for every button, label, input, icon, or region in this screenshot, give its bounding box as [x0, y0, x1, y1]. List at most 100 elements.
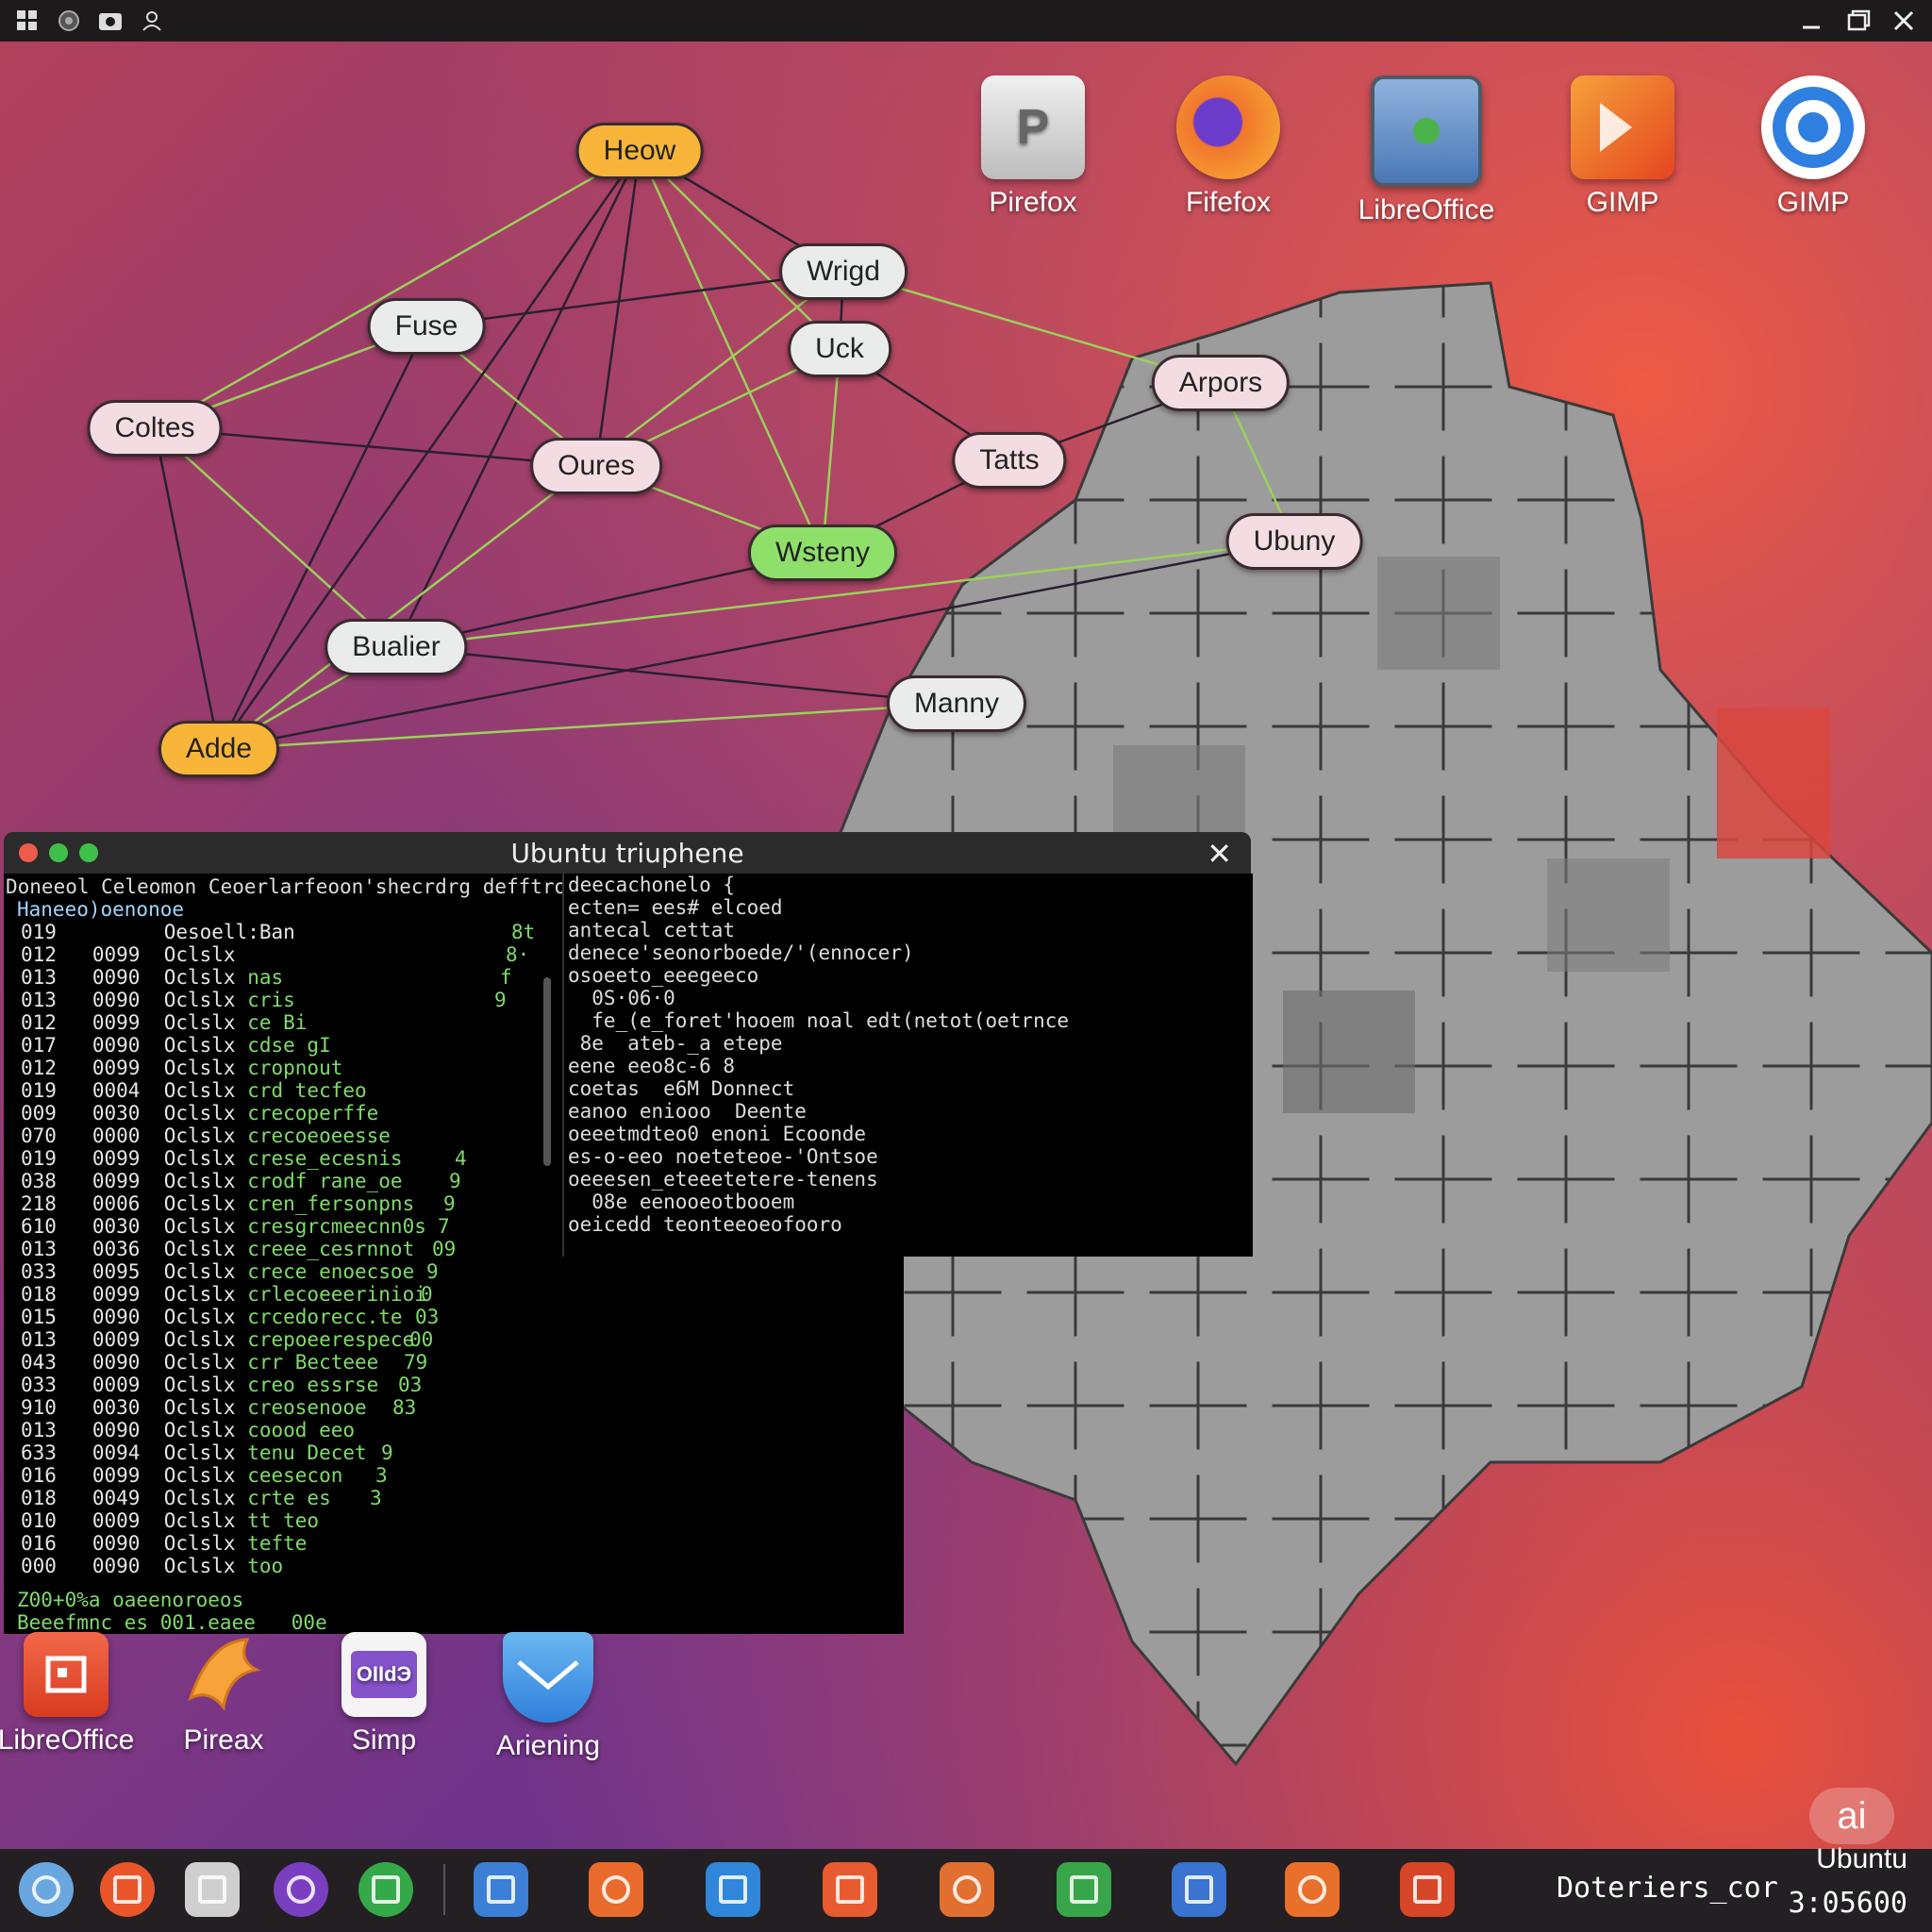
n-icon[interactable]: [1172, 1862, 1226, 1917]
ring-icon[interactable]: [823, 1862, 877, 1917]
desktop-icon-label: Ariening: [495, 1730, 601, 1761]
terminal-row: 016 0099 Oclslx ceesecon 3: [21, 1464, 388, 1487]
terminal-header: Doneeol Celeomon Ceoerlarfeoon'shecrdrg …: [6, 875, 591, 898]
terminal-row: 009 0030 Oclslx crecoperffe: [21, 1102, 379, 1124]
page-icon[interactable]: [1285, 1862, 1340, 1917]
graph-node-oures[interactable]: Oures: [530, 438, 662, 494]
simp-icon-text: OIIdЭ: [351, 1651, 417, 1698]
document-icon[interactable]: [185, 1862, 240, 1917]
terminal-output-line: antecal cettat: [568, 919, 736, 941]
warning-icon[interactable]: [589, 1862, 643, 1917]
mail-icon: [503, 1632, 593, 1723]
terminal-row: 013 0090 Oclslx nas f: [21, 966, 512, 989]
desktop-icon-gimp-2[interactable]: GIMP: [1724, 75, 1903, 219]
graph-node-uck[interactable]: Uck: [788, 321, 891, 377]
terminal-output-line: es-o-eeo noeteteoe-'Ontsoe: [568, 1145, 878, 1168]
circle-app-icon: [1761, 75, 1865, 179]
terminal-row: 017 0090 Oclslx cdse gI: [21, 1034, 331, 1057]
graph-node-ubuntu[interactable]: Ubuny: [1225, 513, 1363, 570]
close-icon[interactable]: [1885, 4, 1923, 38]
terminal-row: 633 0094 Oclslx tenu Decet 9: [21, 1441, 393, 1464]
circle-app-icon[interactable]: [274, 1862, 328, 1917]
close-icon[interactable]: ✕: [1207, 836, 1232, 872]
terminal-output-line: deecachonelo {: [568, 874, 736, 896]
terminal-output: deecachonelo {ecten= ees# elcoed antecal …: [568, 874, 1069, 1236]
power-icon[interactable]: [55, 7, 83, 35]
ubuntu-label: Ubuntu: [1816, 1843, 1907, 1874]
graph-edge: [821, 348, 841, 554]
clock[interactable]: 3:05600: [1789, 1887, 1907, 1920]
terminal-row: 012 0099 Oclslx 8·: [21, 943, 530, 966]
taskbar: Doteriers_cor Ubuntu 3:05600: [0, 1843, 1932, 1932]
terminal-output-line: fe_(e_foret'hooem noal edt(netot(oetrnce: [568, 1009, 1070, 1032]
apps-grid-icon[interactable]: [13, 7, 42, 35]
desktop-icon-label: GIMP: [1586, 187, 1659, 218]
minimize-icon[interactable]: [1792, 4, 1830, 38]
user-icon[interactable]: [138, 7, 166, 35]
close-dot-icon[interactable]: [19, 843, 38, 862]
terminal-row: 033 0009 Oclslx creo essrse 03: [21, 1374, 423, 1396]
crosshair-icon[interactable]: [706, 1862, 760, 1917]
minimize-dot-icon[interactable]: [49, 843, 68, 862]
terminal-row: 013 0090 Oclslx cris 9: [21, 989, 507, 1011]
firefox-icon[interactable]: [100, 1862, 155, 1917]
desktop-icon-libreoffice-2[interactable]: LibreOffice: [0, 1632, 156, 1757]
graph-node-heow[interactable]: Heow: [575, 123, 704, 179]
graph-node-adde[interactable]: Adde: [158, 721, 280, 777]
graph-node-wsteny[interactable]: Wsteny: [747, 525, 898, 581]
terminal-row: 043 0090 Oclslx crr Becteee 79: [21, 1351, 428, 1374]
graph-node-arpors[interactable]: Arpors: [1151, 355, 1291, 411]
graph-node-tatts[interactable]: Tatts: [952, 432, 1067, 489]
target-icon[interactable]: [940, 1862, 994, 1917]
terminal-row: 012 0099 Oclslx ce Bi: [21, 1011, 308, 1034]
maximize-dot-icon[interactable]: [79, 843, 98, 862]
terminal-row: 070 0000 Oclslx crecoeoeesse: [21, 1124, 391, 1147]
terminal-row: 012 0099 Oclslx cropnout: [21, 1057, 343, 1079]
terminal-right-pane[interactable]: deecachonelo {ecten= ees# elcoed antecal …: [562, 874, 1253, 1257]
desktop-icon-gimp[interactable]: GIMP: [1533, 75, 1712, 219]
user-icon[interactable]: [358, 1862, 413, 1917]
desktop-icon-label: Pireax: [183, 1724, 264, 1756]
cube-icon[interactable]: [474, 1862, 528, 1917]
terminal-titlebar[interactable]: Ubuntu triuphene ✕: [4, 832, 1251, 874]
graph-node-bualier[interactable]: Bualier: [325, 619, 468, 675]
simp-icon: OIIdЭ: [341, 1632, 426, 1717]
screenshot-icon[interactable]: [96, 7, 125, 35]
terminal-output-line: 8e ateb-_a etepe: [568, 1032, 783, 1055]
top-bar: [0, 0, 1932, 42]
desktop-icon-simp[interactable]: OIIdЭ Simp: [294, 1632, 474, 1757]
graph-node-manny[interactable]: Manny: [886, 675, 1027, 732]
taskbar-status-text: Doteriers_cor: [1557, 1872, 1778, 1905]
terminal-row: 033 0095 Oclslx crece enoecsoe 9: [21, 1260, 439, 1283]
terminal-scrollbar[interactable]: [543, 977, 551, 1166]
terminal-footer-1: Z00+0%a oaeenoroeos: [17, 1589, 244, 1611]
terminal-output-line: eanoo eniooo Deente: [568, 1100, 807, 1123]
graph-edge: [395, 645, 958, 706]
terminal-row: 038 0099 Oclslx crodf rane_oe 9: [21, 1170, 461, 1192]
terminal-output-line: oeeetmdteo0 enoni Ecoonde: [568, 1123, 867, 1145]
graph-edge: [594, 150, 641, 467]
terminal-row: 019 0099 Oclslx crese_ecesnis 4: [21, 1147, 467, 1170]
terminal-rows: 019 Oesoell:Ban 8t 012 0099 Oclslx 8· 013 …: [21, 921, 536, 1577]
terminal-window[interactable]: Ubuntu triuphene ✕ Doneeol Celeomon Ceoe…: [4, 832, 1253, 1634]
presentation-icon[interactable]: [1400, 1862, 1455, 1917]
desktop-icon-pireax[interactable]: Pireax: [134, 1632, 313, 1757]
maximize-icon[interactable]: [1840, 4, 1877, 38]
desktop-icon-label: Simp: [351, 1724, 417, 1756]
graph-node-fuse[interactable]: Fuse: [367, 298, 486, 355]
chart-icon[interactable]: [1057, 1862, 1111, 1917]
graph-node-coltes[interactable]: Coltes: [87, 400, 223, 457]
graph-edge: [218, 702, 958, 751]
terminal-output-line: 08e eenooeotbooem: [568, 1191, 795, 1213]
desktop-icon-ariening[interactable]: Ariening: [458, 1632, 638, 1762]
chrome-icon[interactable]: [19, 1862, 74, 1917]
terminal-row: 013 0090 Oclslx coood eeo: [21, 1419, 356, 1441]
desktop-icon-label: GIMP: [1776, 187, 1850, 218]
libreoffice-icon: [24, 1632, 108, 1717]
terminal-output-line: coetas e6M Donnect: [568, 1077, 795, 1100]
system-tray: ai: [1809, 1788, 1904, 1844]
terminal-row: 013 0009 Oclslx crepoeerespece 00: [21, 1328, 434, 1351]
graph-node-wrigd[interactable]: Wrigd: [779, 243, 908, 300]
ai-badge[interactable]: ai: [1809, 1788, 1894, 1844]
terminal-row: 019 Oesoell:Ban 8t: [21, 921, 536, 943]
